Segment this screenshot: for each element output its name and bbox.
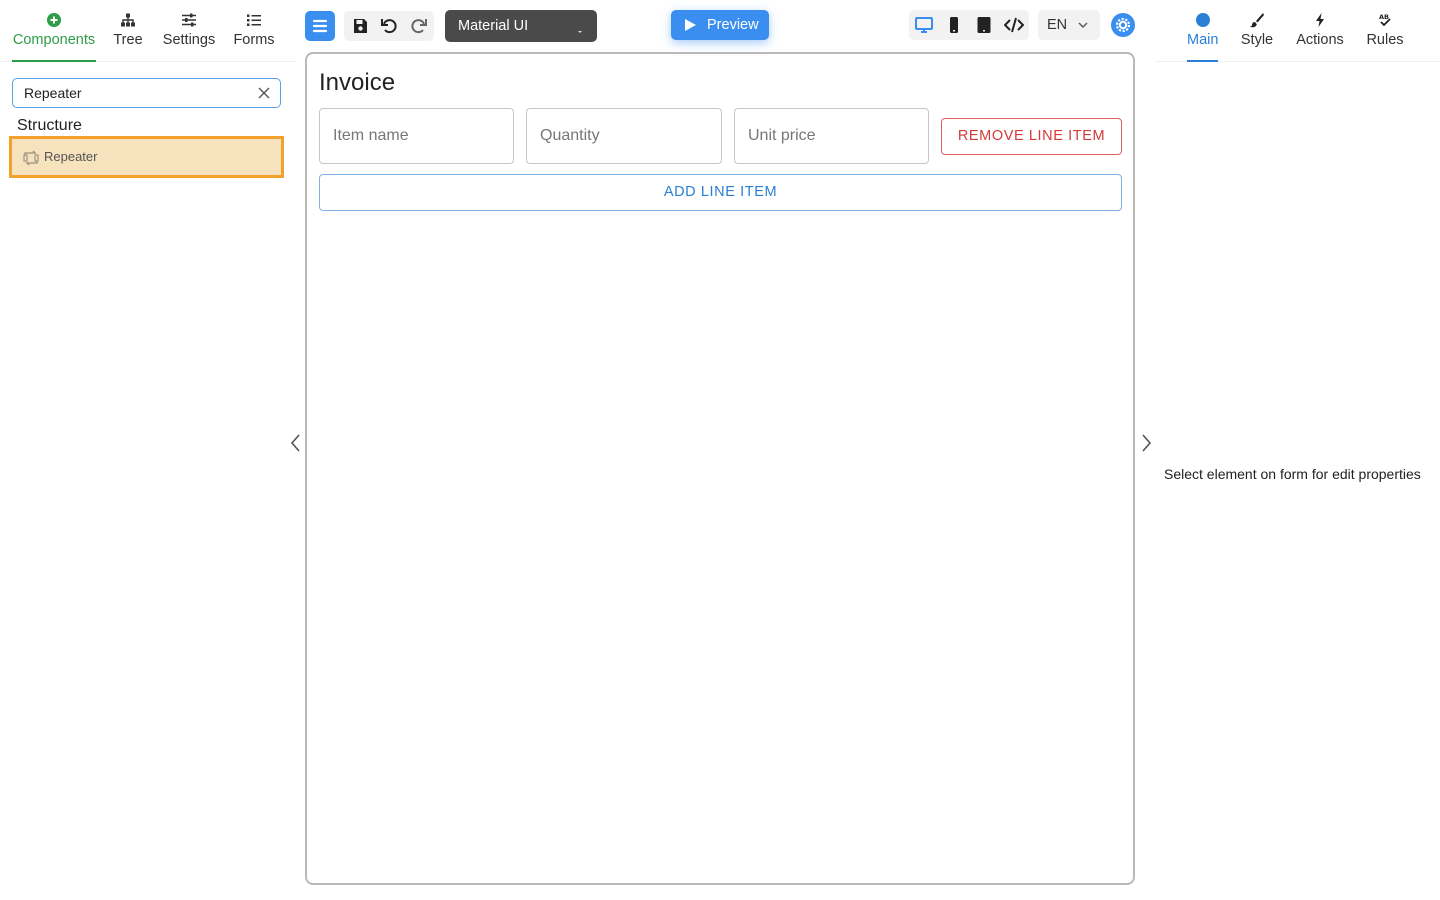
quantity-field: [526, 108, 722, 164]
tab-forms[interactable]: Forms: [230, 10, 278, 62]
lightning-icon: [1295, 10, 1345, 30]
tab-settings-label: Settings: [162, 32, 216, 48]
form-canvas: Invoice REMOVE LINE ITEM ADD LINE ITEM: [305, 52, 1135, 885]
ab-check-icon: AB: [1366, 10, 1404, 30]
preview-button-label: Preview: [707, 17, 759, 33]
tab-settings[interactable]: Settings: [160, 10, 218, 62]
redo-icon[interactable]: [409, 16, 429, 36]
tab-forms-label: Forms: [233, 32, 275, 48]
tab-tree-label: Tree: [113, 32, 143, 48]
chevron-left-icon[interactable]: [287, 432, 305, 454]
tab-main-label: Main: [1187, 32, 1219, 48]
component-search: [12, 78, 281, 108]
language-value: EN: [1047, 17, 1068, 33]
close-icon[interactable]: [256, 85, 272, 101]
tab-main[interactable]: Main: [1187, 10, 1218, 62]
desktop-icon[interactable]: [914, 15, 934, 35]
chevron-down-icon: [1076, 18, 1090, 32]
tab-rules[interactable]: AB Rules: [1366, 10, 1404, 62]
language-select[interactable]: EN: [1038, 10, 1100, 40]
plus-circle-icon: [10, 10, 98, 30]
right-tabs: Main Style Actions AB Rules: [1155, 0, 1440, 62]
chevron-down-icon: [577, 23, 583, 33]
tab-style-label: Style: [1240, 32, 1274, 48]
tab-style[interactable]: Style: [1240, 10, 1274, 62]
remove-line-item-button[interactable]: REMOVE LINE ITEM: [941, 118, 1122, 155]
add-line-item-button[interactable]: ADD LINE ITEM: [319, 174, 1122, 211]
component-item-label: Repeater: [44, 149, 98, 164]
save-icon[interactable]: [350, 16, 370, 36]
device-toolbar: [909, 10, 1029, 40]
properties-hint: Select element on form for edit properti…: [1164, 466, 1421, 482]
item-name-field: [319, 108, 514, 164]
tab-components-label: Components: [12, 32, 96, 48]
undo-icon[interactable]: [379, 16, 399, 36]
section-title: Structure: [17, 117, 82, 134]
mobile-icon[interactable]: [944, 15, 964, 35]
search-input[interactable]: [24, 84, 244, 102]
unit-price-input[interactable]: [748, 125, 908, 147]
tab-components[interactable]: Components: [10, 10, 98, 62]
form-title: Invoice: [319, 69, 396, 96]
gear-icon[interactable]: [1110, 12, 1136, 38]
tab-rules-label: Rules: [1366, 32, 1404, 48]
preview-button[interactable]: Preview: [671, 10, 769, 40]
play-icon: [683, 18, 697, 32]
unit-price-field: [734, 108, 929, 164]
item-name-input[interactable]: [333, 125, 493, 147]
menu-button[interactable]: [305, 11, 335, 41]
tab-tree[interactable]: Tree: [108, 10, 148, 62]
svg-text:AB: AB: [1379, 13, 1389, 21]
hamburger-icon: [312, 19, 328, 33]
tree-icon: [108, 10, 148, 30]
list-icon: [230, 10, 278, 30]
tablet-icon[interactable]: [974, 15, 994, 35]
circle-icon: [1187, 10, 1218, 30]
code-icon[interactable]: [1003, 15, 1025, 35]
repeater-icon: [22, 149, 40, 167]
left-tabs: Components Tree Settings Forms: [0, 0, 296, 62]
sliders-icon: [160, 10, 218, 30]
brush-icon: [1240, 10, 1274, 30]
chevron-right-icon[interactable]: [1137, 432, 1155, 454]
component-item-repeater[interactable]: Repeater: [9, 136, 284, 178]
history-toolbar: [344, 11, 434, 41]
theme-select-value: Material UI: [458, 18, 529, 34]
tab-actions[interactable]: Actions: [1295, 10, 1345, 62]
tab-actions-label: Actions: [1296, 32, 1344, 48]
theme-select[interactable]: Material UI: [445, 10, 597, 42]
quantity-input[interactable]: [540, 125, 700, 147]
left-panel: Components Tree Settings Forms Structure: [0, 0, 296, 900]
